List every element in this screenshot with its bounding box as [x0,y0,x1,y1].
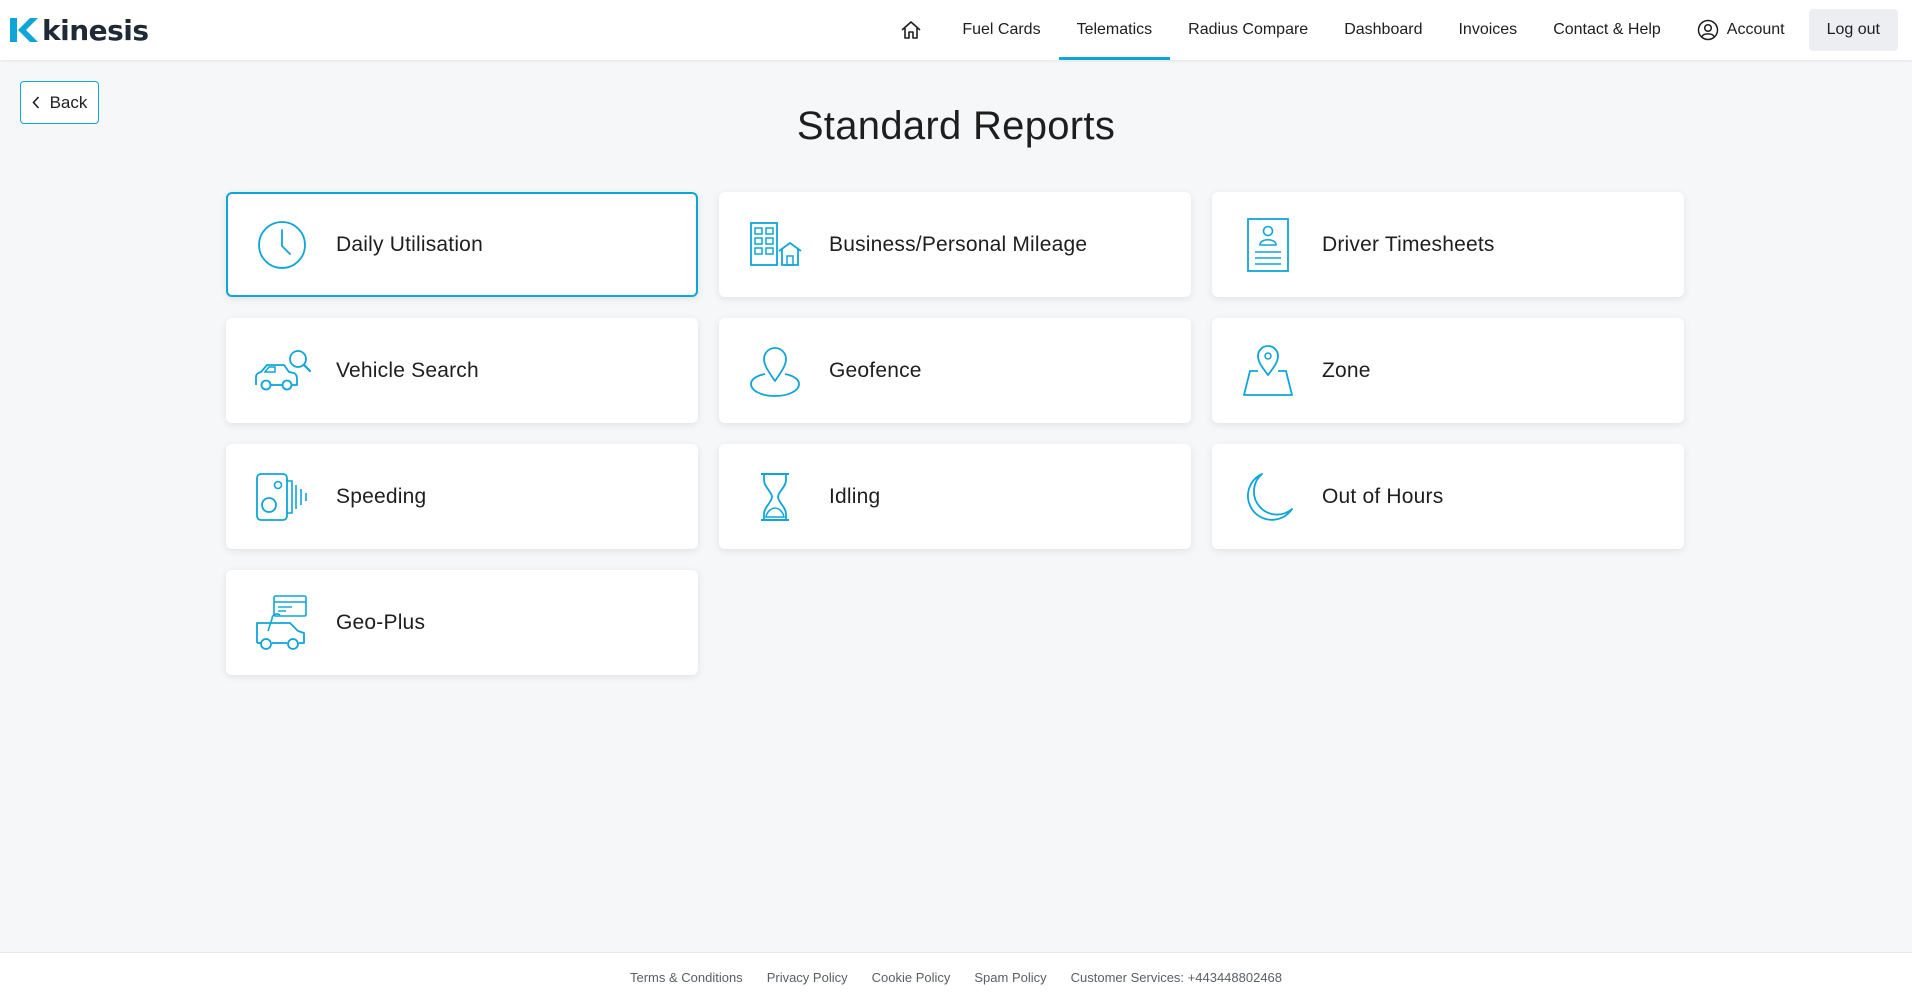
van-card-icon [256,594,307,650]
report-card-geofence[interactable]: Geofence [719,318,1191,423]
map-pin-icon [1243,344,1293,396]
page-footer: Terms & Conditions Privacy Policy Cookie… [0,952,1912,1002]
report-card-idling[interactable]: Idling [719,444,1191,549]
report-card-speeding[interactable]: Speeding [226,444,698,549]
report-label: Driver Timesheets [1322,232,1495,256]
main-nav: Fuel Cards Telematics Radius Compare Das… [878,0,1898,60]
page-title: Standard Reports [796,104,1116,148]
top-header: kinesis Fuel Cards Telematics Radius Com… [0,0,1912,60]
report-label: Out of Hours [1322,484,1444,508]
report-card-vehicle-search[interactable]: Vehicle Search [226,318,698,423]
nav-radius-compare[interactable]: Radius Compare [1170,0,1326,60]
report-label: Daily Utilisation [336,232,483,256]
car-search-icon [255,349,312,390]
nav-home[interactable] [878,0,944,60]
reports-grid: Daily Utilisation Business/Personal Mile… [226,192,1686,675]
nav-account[interactable]: Account [1679,0,1803,60]
home-icon [901,21,921,39]
nav-dashboard[interactable]: Dashboard [1326,0,1440,60]
nav-telematics[interactable]: Telematics [1058,0,1171,60]
footer-link-cookie[interactable]: Cookie Policy [872,970,951,985]
report-card-business-personal-mileage[interactable]: Business/Personal Mileage [719,192,1191,297]
kinesis-logo[interactable]: kinesis [10,13,149,47]
report-card-out-of-hours[interactable]: Out of Hours [1212,444,1684,549]
footer-link-terms[interactable]: Terms & Conditions [630,970,743,985]
buildings-icon [750,221,802,266]
logout-button[interactable]: Log out [1808,9,1898,51]
nav-invoices[interactable]: Invoices [1440,0,1535,60]
report-card-geo-plus[interactable]: Geo-Plus [226,570,698,675]
account-label: Account [1726,21,1785,38]
nav-contact-help[interactable]: Contact & Help [1535,0,1679,60]
report-label: Geofence [829,358,922,382]
report-label: Speeding [336,484,427,508]
report-label: Vehicle Search [336,358,479,382]
speed-camera-icon [256,472,307,521]
report-label: Idling [829,484,881,508]
footer-link-privacy[interactable]: Privacy Policy [767,970,848,985]
report-card-zone[interactable]: Zone [1212,318,1684,423]
kinesis-logo-text: kinesis [42,13,149,47]
hourglass-icon [761,472,789,521]
report-label: Geo-Plus [336,610,426,634]
footer-customer-services: Customer Services: +443448802468 [1070,970,1283,985]
moon-icon [1247,472,1293,521]
report-label: Zone [1322,358,1371,382]
account-icon [1697,19,1719,41]
report-card-daily-utilisation[interactable]: Daily Utilisation [226,192,698,297]
footer-link-spam[interactable]: Spam Policy [974,970,1046,985]
geofence-pin-icon [750,346,800,397]
report-label: Business/Personal Mileage [829,232,1088,256]
kinesis-logo-icon [10,18,38,42]
timesheet-icon [1247,217,1289,272]
report-card-driver-timesheets[interactable]: Driver Timesheets [1212,192,1684,297]
clock-icon [258,220,306,269]
nav-fuel-cards[interactable]: Fuel Cards [944,0,1058,60]
